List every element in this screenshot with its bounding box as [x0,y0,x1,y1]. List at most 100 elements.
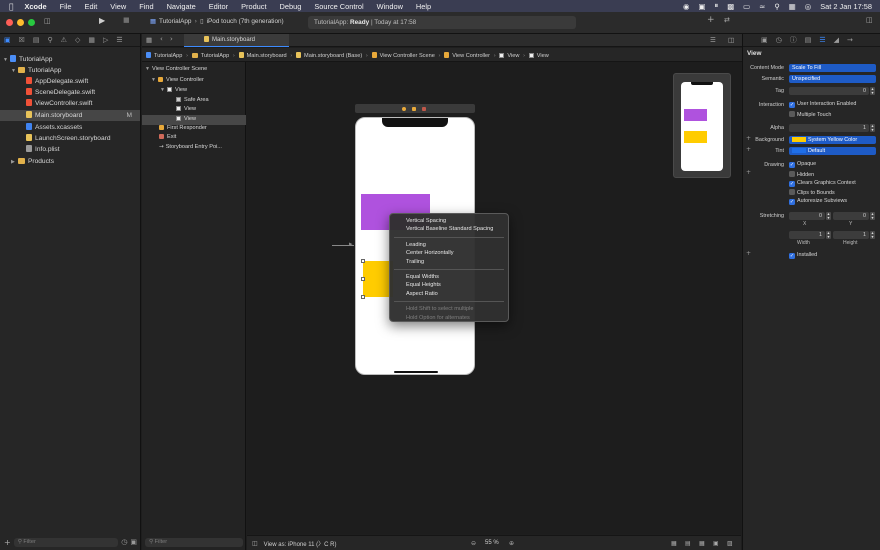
breadcrumb-item[interactable]: Main.storyboard (Base) [304,53,362,59]
nav-item-file[interactable]: SceneDelegate.swift [0,87,140,98]
disclosure-open-icon[interactable]: ▼ [145,65,152,75]
tag-input[interactable]: 0 [789,87,869,95]
disclosure-open-icon[interactable]: ▼ [151,76,158,86]
report-navigator-icon[interactable]: ☰ [116,36,122,44]
zoom-in-icon[interactable]: ⊕ [509,540,514,547]
debug-navigator-icon[interactable]: ▦ [88,36,95,44]
identity-inspector-icon[interactable]: ▤ [805,36,812,44]
resize-handle[interactable] [361,259,365,263]
menu-item-leading[interactable]: Leading [390,241,508,249]
quick-help-icon[interactable]: ⓘ [790,35,797,45]
menu-item-vertical-baseline-spacing[interactable]: Vertical Baseline Standard Spacing [390,225,508,233]
minimize-window-button[interactable] [17,19,24,26]
outline-filter-input[interactable]: ⚲ Filter [145,537,243,547]
outline-item-view-controller[interactable]: ▼ View Controller [142,76,246,86]
first-responder-icon[interactable] [412,106,416,111]
test-navigator-icon[interactable]: ◇ [75,36,80,44]
breakpoint-navigator-icon[interactable]: ▷ [103,36,108,44]
symbol-navigator-icon[interactable]: ▤ [33,36,40,44]
attributes-inspector-icon[interactable]: ☰ [819,36,825,44]
add-variation-icon[interactable]: + [746,135,751,142]
status-circle-icon[interactable]: ◉ [683,2,689,11]
canvas-minimap[interactable] [673,73,731,178]
embed-in-icon[interactable]: ▨ [727,540,733,547]
breadcrumb-item[interactable]: View [537,53,549,59]
align-icon[interactable]: ▤ [685,540,691,547]
add-constraints-icon[interactable]: ▦ [699,540,705,547]
siri-icon[interactable]: ◎ [805,2,811,11]
menu-item-vertical-spacing[interactable]: Vertical Spacing [390,217,508,225]
resize-handle[interactable] [361,295,365,299]
tint-color-select[interactable]: Default [789,147,876,155]
nav-item-file[interactable]: LaunchScreen.storyboard [0,133,140,144]
find-navigator-icon[interactable]: ⚲ [48,36,53,44]
scheme-selector[interactable]: ▦ TutorialApp › ▯ iPod touch (7th genera… [150,17,284,25]
nav-item-project[interactable]: ▼ TutorialApp [0,54,140,65]
installed-checkbox[interactable]: Installed [789,252,817,259]
view-as-button[interactable]: View as: iPhone 11 (〉C R) [264,539,337,548]
resolve-issues-icon[interactable]: ▣ [713,540,719,547]
menu-item-center-horizontally[interactable]: Center Horizontally [390,249,508,257]
close-window-button[interactable] [6,19,13,26]
add-variation-icon[interactable]: + [746,250,751,257]
alpha-stepper[interactable]: ▲ ▼ [870,124,875,132]
forward-icon[interactable]: › [170,35,173,43]
run-destination[interactable]: iPod touch (7th generation) [207,18,284,25]
add-variation-icon[interactable]: + [746,169,751,176]
size-inspector-icon[interactable]: ◢ [834,36,839,44]
alpha-input[interactable]: 1 [789,124,869,132]
menu-source-control[interactable]: Source Control [314,2,363,11]
apple-menu-icon[interactable]:  [9,2,13,11]
breadcrumb-item[interactable]: View Controller Scene [380,53,435,59]
nav-item-file-selected[interactable]: Main.storyboard M [0,110,140,121]
menu-help[interactable]: Help [416,2,431,11]
tag-stepper[interactable]: ▲ ▼ [870,87,875,95]
nav-item-group[interactable]: ▼ TutorialApp [0,65,140,76]
outline-item-scene[interactable]: ▼ View Controller Scene [142,65,246,75]
menu-xcode[interactable]: Xcode [24,2,46,11]
breadcrumb-item[interactable]: TutorialApp [201,53,229,59]
zoom-window-button[interactable] [28,19,35,26]
clears-graphics-checkbox[interactable]: Clears Graphics Context [789,180,856,187]
zoom-level[interactable]: 55 % [485,540,499,546]
content-mode-select[interactable]: Scale To Fill [789,64,876,72]
source-control-navigator-icon[interactable]: ☒ [19,36,25,44]
menu-edit[interactable]: Edit [85,2,98,11]
stretch-x-input[interactable]: 0 [789,212,825,220]
nav-item-file[interactable]: Assets.xcassets [0,122,140,133]
stretch-y-input[interactable]: 0 [833,212,869,220]
screen-icon[interactable]: ▣ [699,2,706,11]
code-review-icon[interactable]: ⇄ [724,16,730,24]
recent-files-icon[interactable]: ◷ [121,538,127,546]
outline-item-view[interactable]: ▼ View [142,86,246,96]
resize-handle[interactable] [361,277,365,281]
view-controller-icon[interactable] [402,106,406,111]
breadcrumb-item[interactable]: View [507,53,519,59]
nav-item-file[interactable]: ViewController.swift [0,98,140,109]
outline-item-exit[interactable]: Exit [142,133,246,143]
outline-toggle-icon[interactable]: ◫ [252,540,258,547]
pause-icon[interactable]: ⏸ [714,1,718,11]
menu-window[interactable]: Window [377,2,403,11]
navigator-filter-input[interactable]: ⚲ Filter [13,537,119,547]
breadcrumb-item[interactable]: TutorialApp [154,53,182,59]
stretch-width-stepper[interactable]: ▲ ▼ [826,231,831,239]
stretch-height-input[interactable]: 1 [833,231,869,239]
menubar-clock[interactable]: Sat 2 Jan 17:58 [820,2,872,11]
autoresize-checkbox[interactable]: Autoresize Subviews [789,198,847,205]
menu-find[interactable]: Find [139,2,153,11]
back-icon[interactable]: ‹ [160,35,163,43]
user-interaction-checkbox[interactable]: User Interaction Enabled [789,101,856,108]
menu-navigate[interactable]: Navigate [167,2,196,11]
menu-debug[interactable]: Debug [280,2,302,11]
menu-file[interactable]: File [60,2,72,11]
update-frames-icon[interactable]: ▦ [671,540,677,547]
inspector-toggle-icon[interactable]: ◫ [866,16,873,24]
stretch-x-stepper[interactable]: ▲ ▼ [826,212,831,220]
semantic-select[interactable]: Unspecified [789,75,876,83]
disclosure-open-icon[interactable]: ▼ [160,86,167,96]
nav-item-group[interactable]: ▶ Products [0,156,140,167]
stretch-y-stepper[interactable]: ▲ ▼ [870,212,875,220]
related-items-icon[interactable]: ▦ [146,36,152,44]
editor-options-icon[interactable]: ☰ [710,36,716,44]
